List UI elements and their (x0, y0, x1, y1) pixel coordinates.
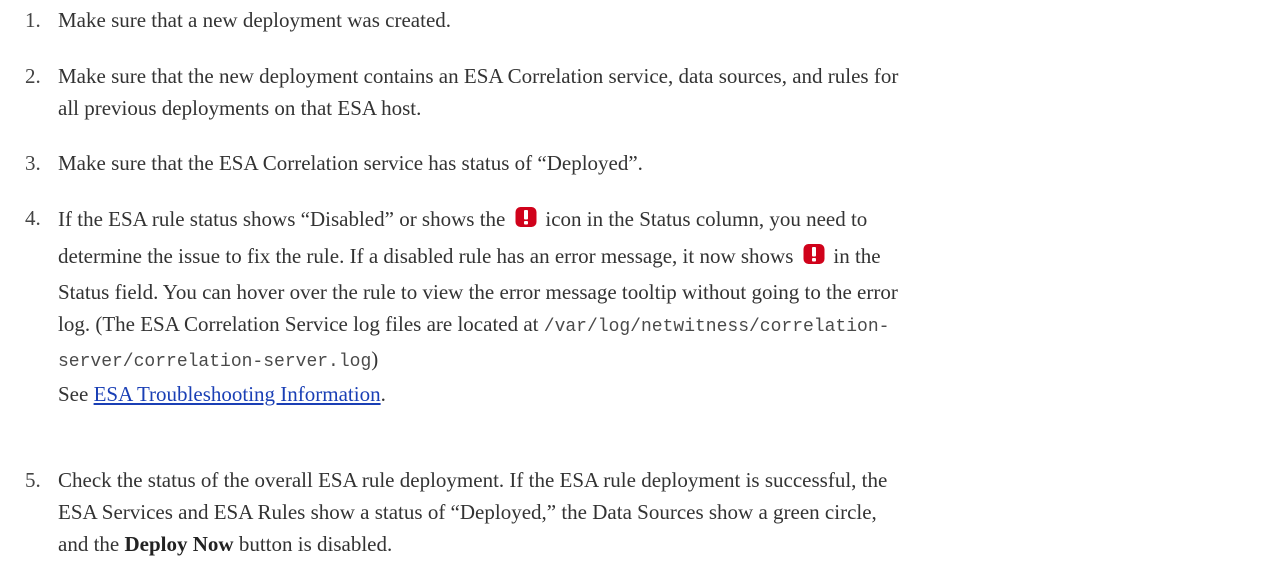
step-text: Make sure that a new deployment was crea… (58, 8, 452, 32)
log-path-code: server/correlation-server.log (58, 352, 372, 372)
step-number: 4. (25, 206, 41, 230)
step-text: If the ESA rule status shows “Disabled” … (58, 206, 898, 406)
log-path-code: /var/log/netwitness/correlation- (543, 317, 890, 337)
step-text: Check the status of the overall ESA rule… (58, 468, 888, 556)
step-text: Make sure that the new deployment contai… (58, 64, 899, 120)
esa-troubleshooting-link[interactable]: ESA Troubleshooting Information (94, 382, 381, 406)
step-number: 2. (25, 64, 41, 88)
error-exclamation-icon (803, 243, 825, 265)
step-number: 5. (25, 468, 41, 492)
step-number: 3. (25, 151, 41, 175)
step-text: Make sure that the ESA Correlation servi… (58, 151, 643, 175)
deploy-now-label: Deploy Now (124, 532, 234, 556)
step-number: 1. (25, 8, 41, 32)
error-exclamation-icon (515, 206, 537, 228)
